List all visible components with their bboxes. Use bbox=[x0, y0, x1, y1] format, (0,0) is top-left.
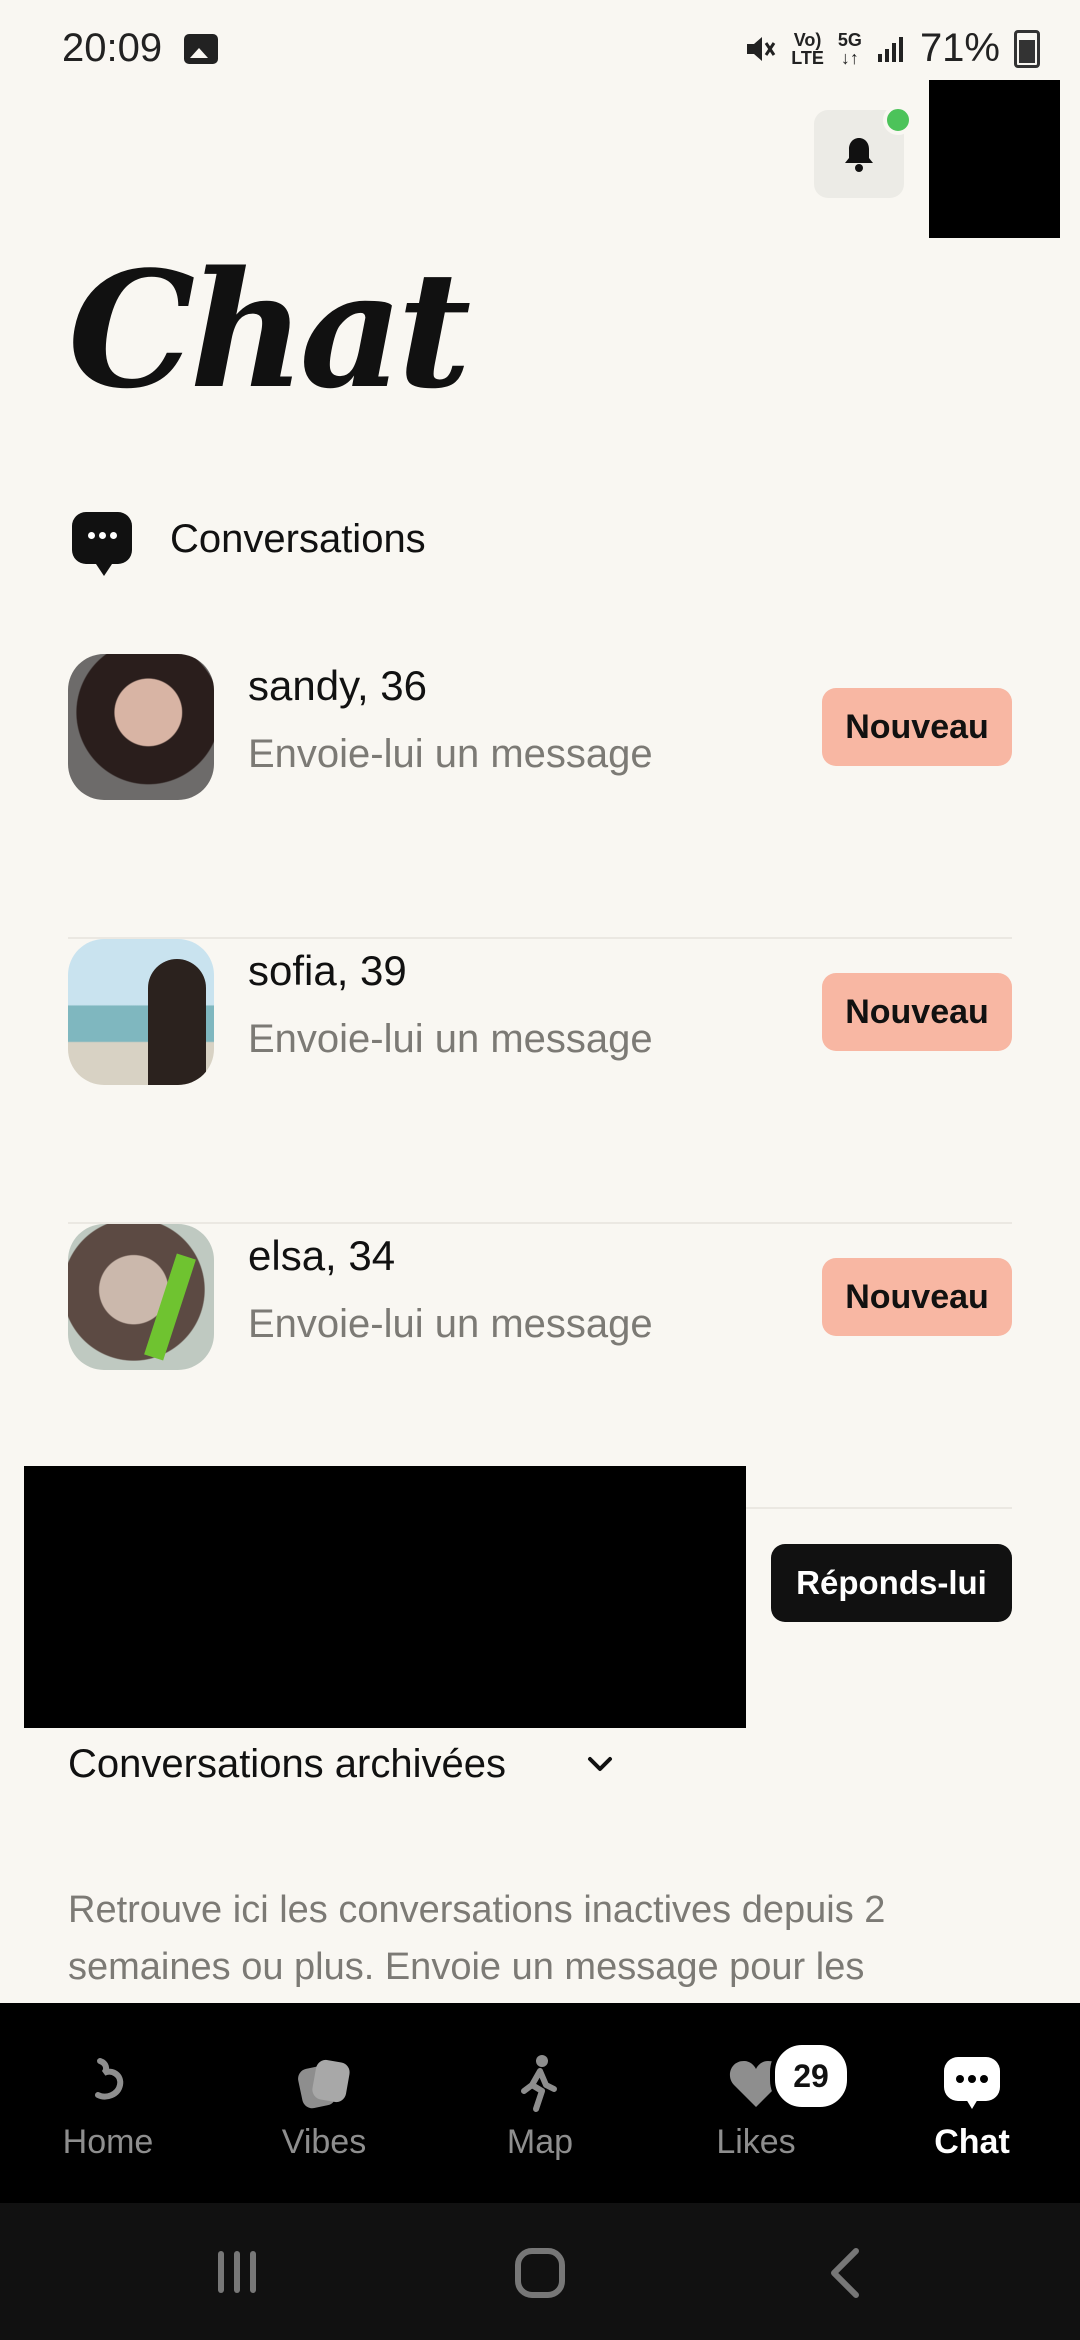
image-notification-icon bbox=[184, 34, 218, 64]
vibes-cards-icon bbox=[298, 2059, 350, 2109]
redacted-area bbox=[24, 1466, 746, 1728]
new-badge: Nouveau bbox=[822, 1258, 1012, 1336]
redacted-area bbox=[929, 80, 1060, 238]
archived-description: Retrouve ici les conversations inactives… bbox=[68, 1889, 886, 1988]
status-time: 20:09 bbox=[62, 26, 163, 70]
back-icon[interactable] bbox=[826, 2247, 866, 2299]
nav-vibes[interactable]: Vibes bbox=[216, 2003, 432, 2203]
conversation-row[interactable]: sandy, 36 Envoie-lui un message Nouveau bbox=[68, 654, 1012, 939]
volte-indicator: Vo) LTE bbox=[791, 29, 824, 68]
bottom-nav: Home Vibes Map Likes Chat bbox=[0, 2003, 1080, 2203]
mute-icon bbox=[747, 36, 776, 61]
notification-dot bbox=[883, 105, 913, 135]
nav-label: Vibes bbox=[281, 2123, 367, 2161]
likes-count-badge: 29 bbox=[770, 2040, 852, 2112]
battery-percent: 71% bbox=[919, 26, 1000, 70]
nav-label: Map bbox=[506, 2123, 574, 2161]
avatar[interactable] bbox=[68, 939, 214, 1085]
nav-label: Likes bbox=[716, 2123, 796, 2161]
conversation-subtitle: Envoie-lui un message bbox=[248, 1302, 653, 1346]
section-title: Conversations bbox=[170, 517, 426, 561]
status-indicators: Vo) LTE 5G ↓↑ 71% bbox=[743, 26, 1040, 71]
home-swirl-icon bbox=[95, 2058, 124, 2100]
archived-conversations-toggle[interactable]: Conversations archivées bbox=[68, 1742, 506, 1787]
signal-icon bbox=[877, 36, 903, 62]
nav-home[interactable]: Home bbox=[0, 2003, 216, 2203]
reply-button[interactable]: Réponds-lui bbox=[771, 1544, 1012, 1622]
nav-label: Home bbox=[62, 2123, 154, 2161]
chevron-down-icon[interactable] bbox=[586, 1750, 614, 1778]
nav-chat[interactable]: Chat bbox=[864, 2003, 1080, 2203]
page-title: Chat bbox=[68, 236, 471, 424]
battery-icon bbox=[1014, 29, 1040, 68]
new-badge: Nouveau bbox=[822, 973, 1012, 1051]
avatar[interactable] bbox=[68, 654, 214, 800]
conversation-subtitle: Envoie-lui un message bbox=[248, 1017, 653, 1061]
nav-label: Chat bbox=[934, 2123, 1010, 2161]
avatar[interactable] bbox=[68, 1224, 214, 1370]
chat-section-icon bbox=[72, 512, 132, 576]
recent-apps-icon[interactable] bbox=[212, 2247, 262, 2297]
network-indicator: 5G ↓↑ bbox=[837, 29, 862, 68]
walking-person-icon bbox=[521, 2055, 557, 2112]
system-nav-bar bbox=[0, 2203, 1080, 2340]
conversation-name: sofia, 39 bbox=[248, 947, 407, 994]
bell-icon bbox=[845, 138, 873, 172]
conversation-subtitle: Envoie-lui un message bbox=[248, 732, 653, 776]
conversation-row[interactable]: sofia, 39 Envoie-lui un message Nouveau bbox=[68, 939, 1012, 1224]
conversation-name: sandy, 36 bbox=[248, 662, 428, 709]
conversation-name: elsa, 34 bbox=[248, 1232, 396, 1279]
chat-bubble-icon bbox=[944, 2057, 1000, 2109]
home-button-icon[interactable] bbox=[514, 2247, 566, 2299]
nav-map[interactable]: Map bbox=[432, 2003, 648, 2203]
new-badge: Nouveau bbox=[822, 688, 1012, 766]
